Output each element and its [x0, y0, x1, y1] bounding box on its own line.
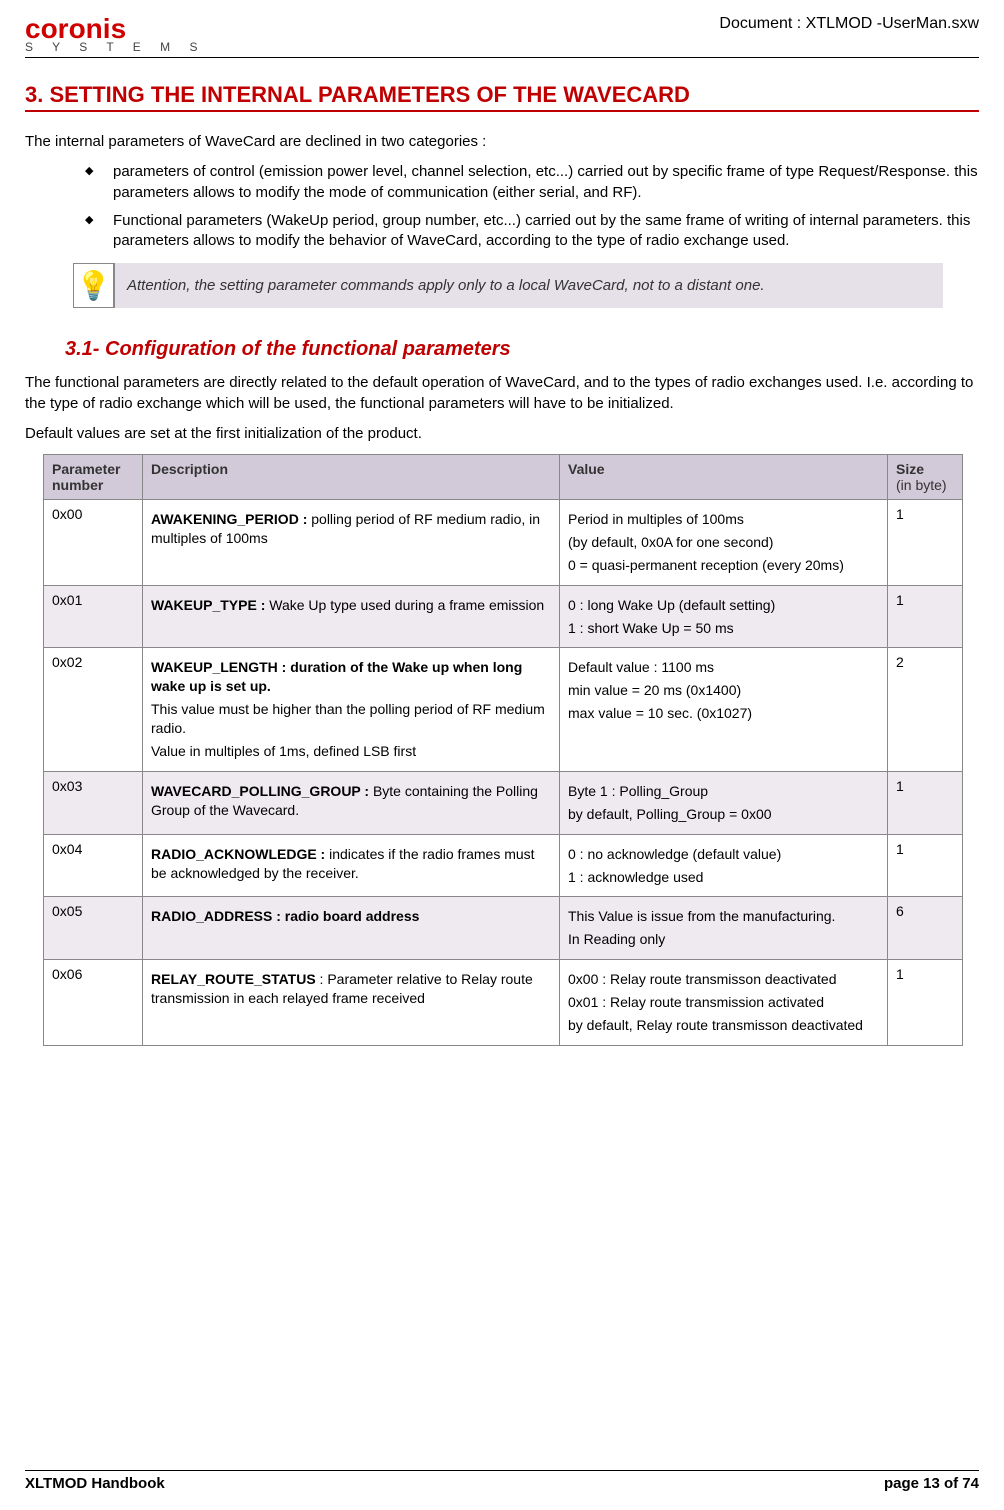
cell-value: Default value : 1100 msmin value = 20 ms…: [560, 648, 888, 771]
cell-param-number: 0x03: [44, 771, 143, 834]
document-label: Document : XTLMOD -UserMan.sxw: [719, 15, 979, 33]
cell-description: RELAY_ROUTE_STATUS : Parameter relative …: [143, 960, 560, 1046]
cell-size: 1: [888, 834, 963, 897]
cell-size: 1: [888, 960, 963, 1046]
cell-param-number: 0x00: [44, 500, 143, 586]
cell-param-number: 0x06: [44, 960, 143, 1046]
logo-top: coronis: [25, 15, 205, 43]
subsection-heading: 3.1- Configuration of the functional par…: [65, 338, 979, 361]
cell-param-number: 0x05: [44, 897, 143, 960]
table-row: 0x06RELAY_ROUTE_STATUS : Parameter relat…: [44, 960, 963, 1046]
logo: coronis S Y S T E M S: [25, 15, 205, 53]
page-footer: XLTMOD Handbook page 13 of 74: [25, 1470, 979, 1492]
cell-value: Byte 1 : Polling_Groupby default, Pollin…: [560, 771, 888, 834]
cell-size: 6: [888, 897, 963, 960]
table-row: 0x01WAKEUP_TYPE : Wake Up type used duri…: [44, 585, 963, 648]
table-row: 0x04RADIO_ACKNOWLEDGE : indicates if the…: [44, 834, 963, 897]
table-row: 0x00AWAKENING_PERIOD : polling period of…: [44, 500, 963, 586]
cell-param-number: 0x04: [44, 834, 143, 897]
page-header: coronis S Y S T E M S Document : XTLMOD …: [25, 15, 979, 58]
lightbulb-icon: 💡: [73, 263, 113, 308]
cell-param-number: 0x01: [44, 585, 143, 648]
logo-bottom: S Y S T E M S: [25, 41, 205, 53]
cell-description: AWAKENING_PERIOD : polling period of RF …: [143, 500, 560, 586]
col-header-description: Description: [143, 455, 560, 500]
cell-value: 0 : long Wake Up (default setting)1 : sh…: [560, 585, 888, 648]
col-header-text: Parameter number: [52, 461, 121, 493]
col-header-size: Size (in byte): [888, 455, 963, 500]
parameters-table: Parameter number Description Value Size …: [43, 454, 963, 1046]
cell-size: 1: [888, 585, 963, 648]
body-text: The functional parameters are directly r…: [25, 373, 979, 414]
col-header-parameter: Parameter number: [44, 455, 143, 500]
cell-description: RADIO_ADDRESS : radio board address: [143, 897, 560, 960]
footer-left: XLTMOD Handbook: [25, 1475, 165, 1492]
note-callout: 💡 Attention, the setting parameter comma…: [73, 263, 943, 308]
cell-description: WAVECARD_POLLING_GROUP : Byte containing…: [143, 771, 560, 834]
cell-size: 2: [888, 648, 963, 771]
table-row: 0x02WAKEUP_LENGTH : duration of the Wake…: [44, 648, 963, 771]
cell-size: 1: [888, 771, 963, 834]
cell-value: 0 : no acknowledge (default value)1 : ac…: [560, 834, 888, 897]
cell-value: Period in multiples of 100ms(by default,…: [560, 500, 888, 586]
cell-description: WAKEUP_LENGTH : duration of the Wake up …: [143, 648, 560, 771]
cell-param-number: 0x02: [44, 648, 143, 771]
cell-size: 1: [888, 500, 963, 586]
cell-description: WAKEUP_TYPE : Wake Up type used during a…: [143, 585, 560, 648]
body-text: Default values are set at the first init…: [25, 424, 979, 444]
section-heading: 3. SETTING THE INTERNAL PARAMETERS OF TH…: [25, 82, 979, 112]
footer-right: page 13 of 74: [884, 1475, 979, 1492]
cell-value: 0x00 : Relay route transmisson deactivat…: [560, 960, 888, 1046]
intro-text: The internal parameters of WaveCard are …: [25, 132, 979, 152]
cell-description: RADIO_ACKNOWLEDGE : indicates if the rad…: [143, 834, 560, 897]
table-row: 0x03WAVECARD_POLLING_GROUP : Byte contai…: [44, 771, 963, 834]
col-header-value: Value: [560, 455, 888, 500]
cell-value: This Value is issue from the manufacturi…: [560, 897, 888, 960]
list-item: parameters of control (emission power le…: [85, 162, 979, 203]
col-header-text: Size: [896, 461, 924, 477]
bullet-list: parameters of control (emission power le…: [25, 162, 979, 251]
list-item: Functional parameters (WakeUp period, gr…: [85, 211, 979, 252]
table-row: 0x05RADIO_ADDRESS : radio board addressT…: [44, 897, 963, 960]
note-text: Attention, the setting parameter command…: [113, 263, 943, 308]
col-header-subtext: (in byte): [896, 477, 954, 493]
